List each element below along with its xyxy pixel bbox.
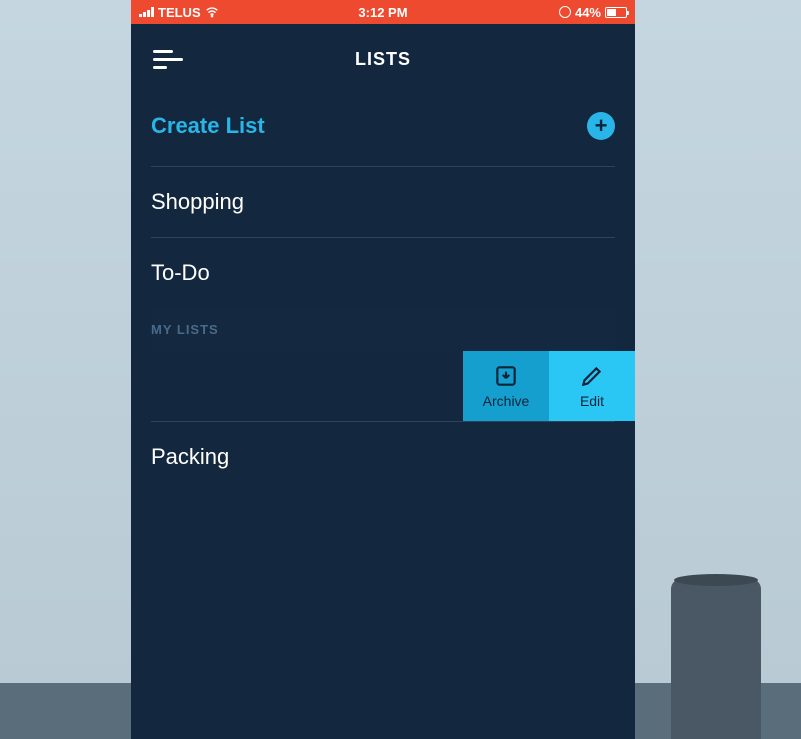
signal-icon: [139, 7, 154, 17]
list-item-todo[interactable]: To-Do: [151, 238, 615, 308]
menu-button[interactable]: [153, 45, 185, 74]
alarm-icon: [559, 6, 571, 18]
wifi-icon: [205, 5, 219, 19]
clock: 3:12 PM: [358, 5, 407, 20]
list-item-packing[interactable]: Packing: [151, 422, 615, 492]
section-header-mylists: MY LISTS: [151, 308, 615, 351]
plus-icon[interactable]: +: [587, 112, 615, 140]
edit-label: Edit: [580, 393, 604, 409]
page-title: LISTS: [355, 49, 411, 70]
archive-button[interactable]: Archive: [463, 351, 549, 421]
edit-button[interactable]: Edit: [549, 351, 635, 421]
create-list-label: Create List: [151, 113, 265, 139]
battery-pct: 44%: [575, 5, 601, 20]
list-item-shopping[interactable]: Shopping: [151, 167, 615, 237]
nav-bar: LISTS: [131, 24, 635, 94]
echo-device: [671, 579, 761, 739]
pencil-icon: [579, 363, 605, 389]
archive-icon: [493, 363, 519, 389]
archive-label: Archive: [483, 393, 530, 409]
status-bar: TELUS 3:12 PM 44%: [131, 0, 635, 24]
swiped-list-item[interactable]: Archive Edit: [131, 351, 635, 421]
phone-screen: TELUS 3:12 PM 44% LISTS Create List + Sh…: [131, 0, 635, 739]
create-list-row[interactable]: Create List +: [151, 94, 615, 166]
carrier-label: TELUS: [158, 5, 201, 20]
battery-icon: [605, 7, 627, 18]
